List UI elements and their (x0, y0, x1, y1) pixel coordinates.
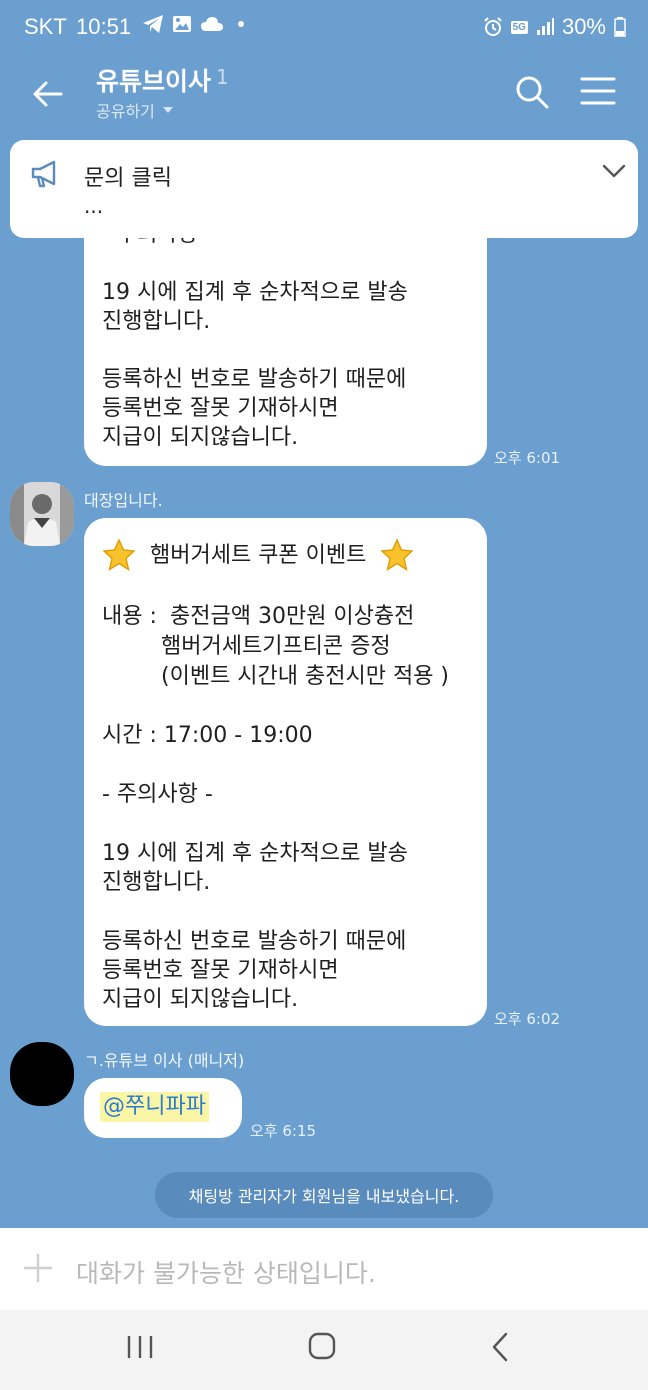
megaphone-icon (31, 160, 56, 188)
sender-name: 대장입니다. (84, 491, 163, 510)
message-bubble[interactable]: - 주의사항 - 19 시에 집계 후 순차적으로 발송 진행합니다. 등록하신… (84, 210, 487, 466)
star-icon (102, 538, 136, 571)
system-message: 채팅방 관리자가 회원님을 내보냈습니다. (155, 1172, 493, 1218)
clock: 10:51 (76, 14, 132, 39)
event-time: 시간 : 17:00 - 19:00 (102, 723, 313, 748)
sender-name: ㄱ.유튜브 이사 (매니저) (84, 1051, 245, 1070)
chat-header: 유튜브이사 1 공유하기 (0, 50, 648, 138)
message-line: 지급이 되지않습니다. (102, 987, 299, 1012)
notice-preview: ... (84, 194, 104, 218)
network-type: 5G (510, 20, 528, 34)
battery-icon (614, 17, 626, 37)
battery-percent: 30% (561, 14, 606, 39)
hamburger-icon (580, 77, 616, 105)
message-time: 오후 6:01 (494, 449, 561, 467)
search-button[interactable] (514, 74, 554, 114)
status-bar: SKT 10:51 5G 30% (0, 0, 648, 50)
home-icon[interactable] (308, 1332, 336, 1360)
chat-title[interactable]: 유튜브이사 (96, 62, 211, 98)
search-icon (516, 76, 549, 109)
caution-heading: - 주의사항 - (102, 782, 213, 807)
event-title: 햄버거세트 쿠폰 이벤트 (150, 542, 367, 568)
avatar[interactable] (10, 1042, 74, 1106)
message-bubble[interactable]: @쭈니파파 (84, 1078, 242, 1138)
status-right: 5G 30% (483, 14, 626, 40)
chevron-down-icon[interactable] (602, 164, 626, 178)
telegram-icon (143, 15, 163, 33)
message-line: 등록번호 잘못 기재하시면 (102, 396, 339, 421)
mention-link[interactable]: @쭈니파파 (100, 1092, 209, 1122)
system-nav-bar (0, 1310, 648, 1390)
message-line: 19 시에 집계 후 순차적으로 발송 (102, 841, 408, 866)
gallery-icon (173, 16, 191, 32)
signal-icon (536, 18, 554, 35)
content-line: (이벤트 시간내 충전시만 적용 ) (161, 664, 450, 689)
carrier-label: SKT (24, 14, 67, 39)
nav-back-icon[interactable] (490, 1332, 510, 1362)
dot-icon (238, 21, 244, 27)
message-line: 19 시에 집계 후 순차적으로 발송 (102, 280, 408, 305)
avatar[interactable] (10, 482, 74, 546)
input-bar: 대화가 불가능한 상태입니다. (0, 1228, 648, 1310)
message-line: 진행합니다. (102, 309, 211, 334)
member-count: 1 (216, 65, 229, 89)
share-dropdown[interactable]: 공유하기 (96, 98, 173, 122)
plus-icon[interactable] (22, 1252, 54, 1284)
message-line: 지급이 되지않습니다. (102, 425, 299, 450)
arrow-left-icon (33, 81, 63, 107)
content-label: 내용 : (102, 604, 157, 629)
caret-down-icon (162, 107, 173, 113)
message-time: 오후 6:15 (250, 1122, 317, 1140)
message-time: 오후 6:02 (494, 1010, 561, 1028)
cloud-icon (201, 17, 223, 31)
back-button[interactable] (28, 74, 68, 114)
notification-icons (142, 14, 244, 34)
star-icon (380, 538, 415, 571)
content-line: 충전금액 30만원 이상츙전 (170, 604, 415, 629)
message-bubble[interactable]: 햄버거세트 쿠폰 이벤트 내용 : 충전금액 30만원 이상츙전 햄버거세트기프… (84, 518, 487, 1026)
system-message-text: 채팅방 관리자가 회원님을 내보냈습니다. (188, 1187, 460, 1206)
content-line: 햄버거세트기프티콘 증정 (161, 634, 391, 659)
event-title-row: 햄버거세트 쿠폰 이벤트 (102, 538, 415, 572)
alarm-icon (483, 17, 502, 36)
message-line: 진행합니다. (102, 870, 211, 895)
message-line: 등록하신 번호로 발송하기 때문에 (102, 367, 407, 392)
message-input[interactable]: 대화가 불가능한 상태입니다. (76, 1254, 376, 1290)
notice-banner[interactable]: 문의 클릭 ... (10, 140, 638, 238)
avatar-photo (10, 482, 74, 546)
share-label: 공유하기 (96, 102, 155, 121)
notice-title: 문의 클릭 (84, 166, 172, 191)
message-line: 등록하신 번호로 발송하기 때문에 (102, 929, 407, 954)
menu-button[interactable] (580, 76, 620, 112)
message-line: 등록번호 잘못 기재하시면 (102, 958, 339, 983)
recent-apps-icon[interactable] (126, 1334, 154, 1360)
